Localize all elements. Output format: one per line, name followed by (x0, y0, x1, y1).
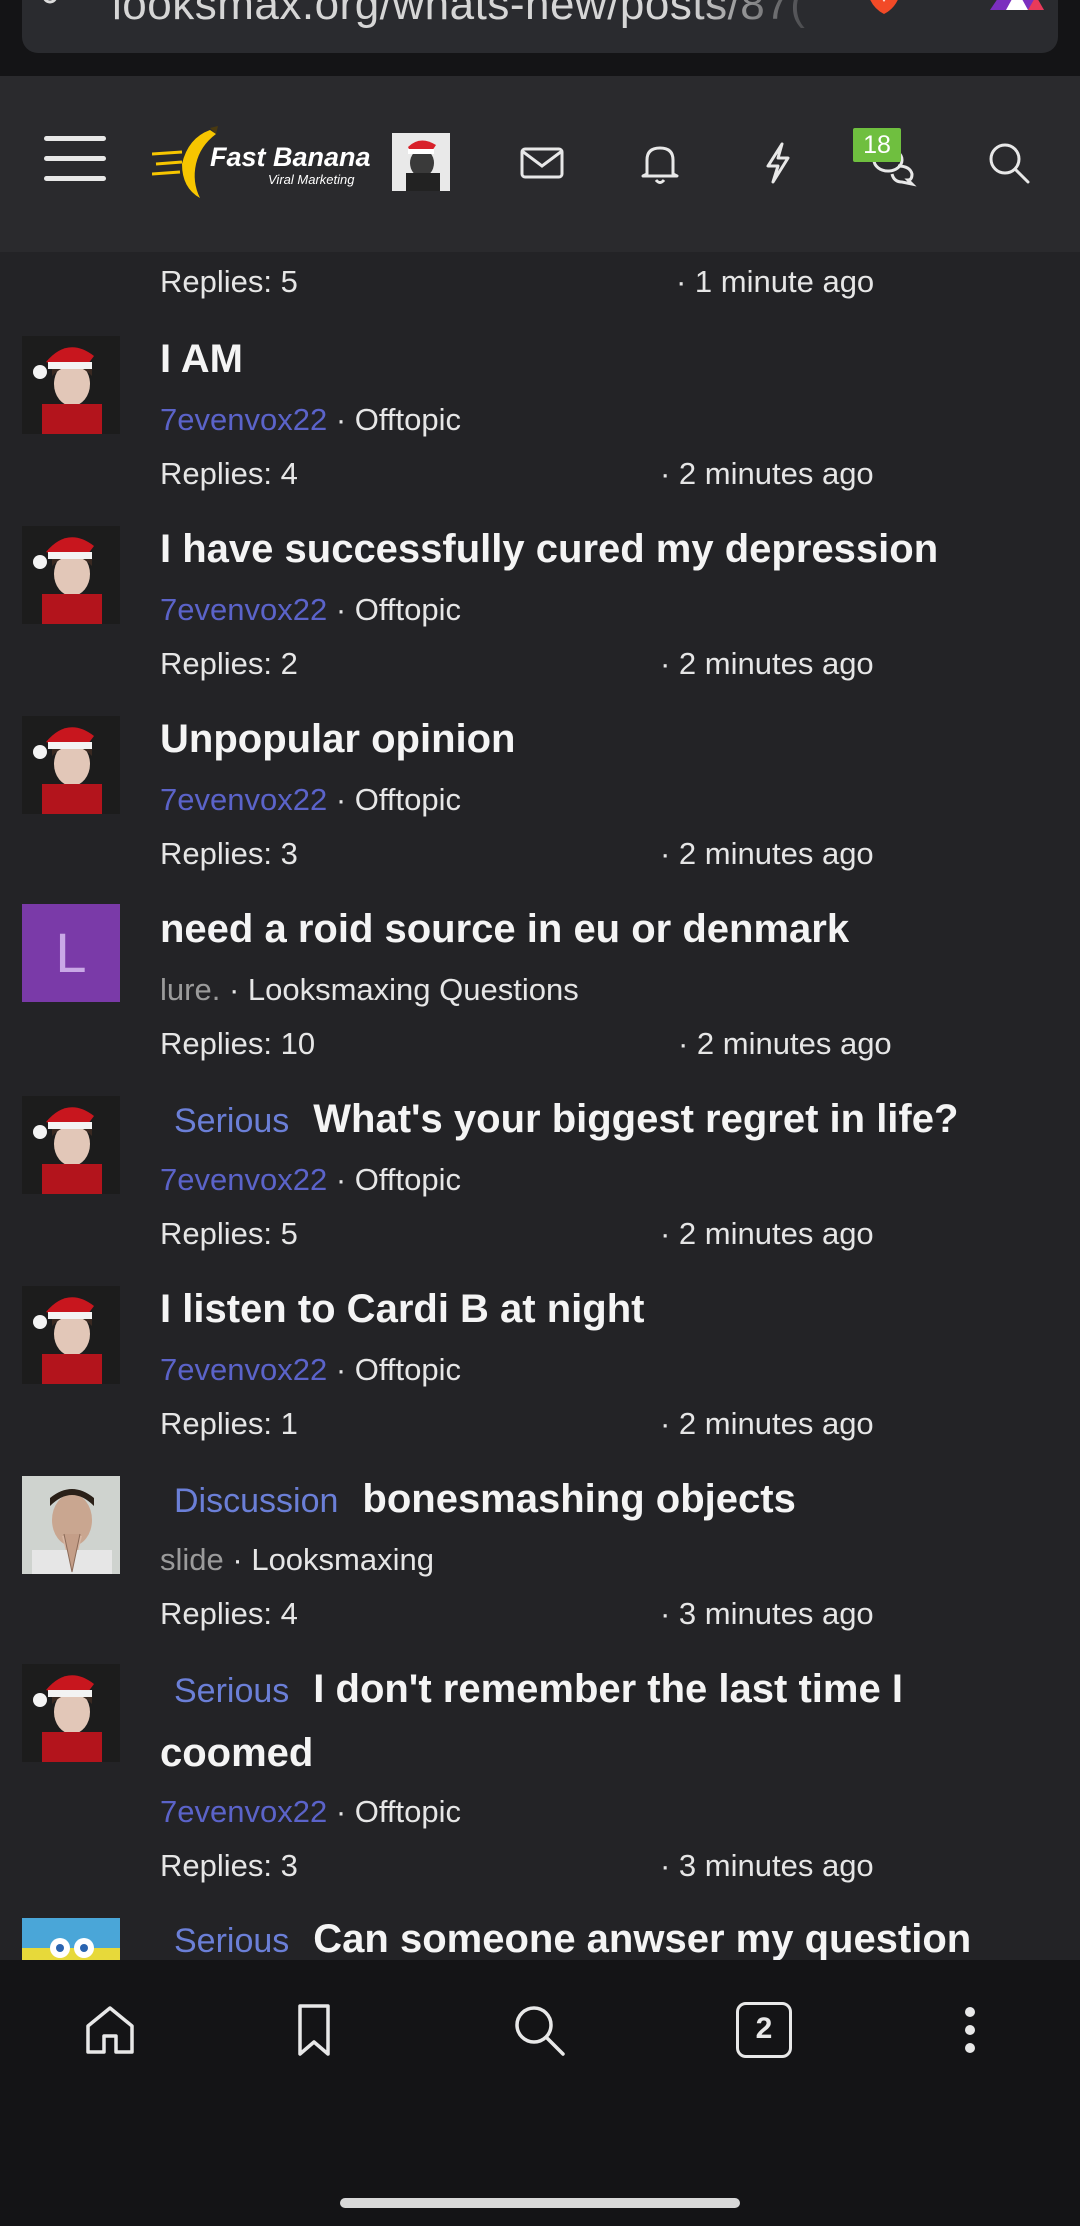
post-time: · 2 minutes ago (678, 1026, 892, 1061)
gesture-home-indicator[interactable] (340, 2198, 740, 2208)
forum-link[interactable]: · Offtopic (336, 1794, 461, 1829)
thread-title[interactable]: I AM (160, 328, 1040, 390)
site-settings-icon[interactable] (42, 0, 82, 16)
thread-meta: lure. · Looksmaxing Questions (160, 972, 579, 1008)
author-link[interactable]: 7evenvox22 (160, 402, 327, 437)
author-link[interactable]: 7evenvox22 (160, 782, 327, 817)
thread-prefix[interactable]: Serious (174, 1672, 289, 1710)
more-options-icon[interactable] (940, 2000, 1000, 2060)
thread-prefix[interactable]: Discussion (174, 1482, 338, 1520)
author-link[interactable]: 7evenvox22 (160, 1794, 327, 1829)
replies-count: Replies: 5 (160, 264, 298, 299)
thread-meta: slide · Looksmaxing (160, 1542, 434, 1578)
author-avatar[interactable] (22, 1476, 120, 1574)
logo-title: Fast Banana (210, 142, 371, 172)
thread-meta: 7evenvox22 · Offtopic (160, 782, 461, 818)
thread-title[interactable]: Serious What's your biggest regret in lif… (160, 1088, 1040, 1152)
thread-prefix[interactable]: Serious (174, 1102, 289, 1140)
author-link[interactable]: 7evenvox22 (160, 1352, 327, 1387)
replies-count: Replies: 3 (160, 1848, 298, 1883)
replies-count: Replies: 10 (160, 1026, 316, 1061)
url-text[interactable]: looksmax.org/whats-new/posts/87( (112, 0, 832, 30)
thread-meta: 7evenvox22 · Offtopic (160, 1794, 461, 1830)
thread-title[interactable]: need a roid source in eu or denmark (160, 898, 1040, 960)
forum-link[interactable]: · Looksmaxing Questions (229, 972, 579, 1007)
whats-new-feed: Replies: 5 · 1 minute ago I AM 7evenvox2… (0, 252, 1080, 1960)
search-icon[interactable] (509, 2000, 569, 2060)
brave-shield-icon[interactable] (862, 0, 906, 16)
post-time: · 2 minutes ago (660, 646, 874, 681)
home-icon[interactable] (80, 2000, 140, 2060)
forum-link[interactable]: · Offtopic (336, 592, 461, 627)
thread-meta: 7evenvox22 · Offtopic (160, 1162, 461, 1198)
post-time: · 1 minute ago (676, 264, 875, 299)
post-time: · 2 minutes ago (660, 1216, 874, 1251)
forum-link[interactable]: · Looksmaxing (232, 1542, 434, 1577)
post-time: · 2 minutes ago (660, 1406, 874, 1441)
search-icon[interactable] (984, 138, 1034, 188)
post-time: · 3 minutes ago (660, 1596, 874, 1631)
forum-link[interactable]: · Offtopic (336, 402, 461, 437)
thread-title[interactable]: Unpopular opinion (160, 708, 1040, 770)
forum-link[interactable]: · Offtopic (336, 782, 461, 817)
author-avatar[interactable] (22, 716, 120, 814)
thread-prefix[interactable]: Serious (174, 1922, 289, 1960)
site-logo[interactable]: Fast Banana Viral Marketing (151, 124, 371, 204)
replies-count: Replies: 1 (160, 1406, 298, 1441)
thread-meta: 7evenvox22 · Offtopic (160, 402, 461, 438)
thread-title[interactable]: Discussion bonesmashing objects (160, 1468, 1040, 1532)
author-avatar-letter[interactable]: L (22, 904, 120, 1002)
replies-count: Replies: 4 (160, 456, 298, 491)
author-avatar[interactable] (22, 526, 120, 624)
post-time: · 2 minutes ago (660, 456, 874, 491)
site-header: Fast Banana Viral Marketing 18 (0, 76, 1080, 252)
replies-count: Replies: 2 (160, 646, 298, 681)
replies-count: Replies: 5 (160, 1216, 298, 1251)
author-link[interactable]: slide (160, 1542, 224, 1577)
browser-bottom-toolbar: 2 (0, 1960, 1080, 2226)
url-field[interactable]: looksmax.org/whats-new/posts/87( (22, 0, 1058, 53)
brave-rewards-icon[interactable] (982, 0, 1052, 10)
thread-title[interactable]: I listen to Cardi B at night (160, 1278, 1040, 1340)
post-time: · 3 minutes ago (660, 1848, 874, 1883)
bell-icon[interactable] (635, 138, 685, 188)
author-avatar[interactable] (22, 1918, 120, 1960)
user-avatar[interactable] (392, 133, 450, 191)
author-avatar[interactable] (22, 1286, 120, 1384)
replies-count: Replies: 3 (160, 836, 298, 871)
logo-subtitle: Viral Marketing (268, 172, 355, 187)
thread-title[interactable]: I have successfully cured my depression (160, 518, 1040, 580)
replies-count: Replies: 4 (160, 1596, 298, 1631)
author-link[interactable]: 7evenvox22 (160, 592, 327, 627)
post-time: · 2 minutes ago (660, 836, 874, 871)
author-link[interactable]: 7evenvox22 (160, 1162, 327, 1197)
thread-title[interactable]: Serious I don't remember the last time I … (160, 1658, 1040, 1784)
tabs-counter[interactable]: 2 (736, 2002, 792, 2058)
author-avatar[interactable] (22, 336, 120, 434)
author-avatar[interactable] (22, 1096, 120, 1194)
forum-link[interactable]: · Offtopic (336, 1162, 461, 1197)
author-link[interactable]: lure. (160, 972, 220, 1007)
lightning-icon[interactable] (753, 138, 803, 188)
notifications-badge: 18 (853, 128, 901, 162)
bookmark-icon[interactable] (284, 2000, 344, 2060)
thread-meta: 7evenvox22 · Offtopic (160, 592, 461, 628)
browser-address-bar: looksmax.org/whats-new/posts/87( (0, 0, 1080, 76)
menu-icon[interactable] (44, 136, 106, 184)
forum-link[interactable]: · Offtopic (336, 1352, 461, 1387)
author-avatar[interactable] (22, 1664, 120, 1762)
thread-title[interactable]: Serious Can someone anwser my question (160, 1908, 1040, 1960)
thread-meta: 7evenvox22 · Offtopic (160, 1352, 461, 1388)
inbox-icon[interactable] (517, 138, 567, 188)
